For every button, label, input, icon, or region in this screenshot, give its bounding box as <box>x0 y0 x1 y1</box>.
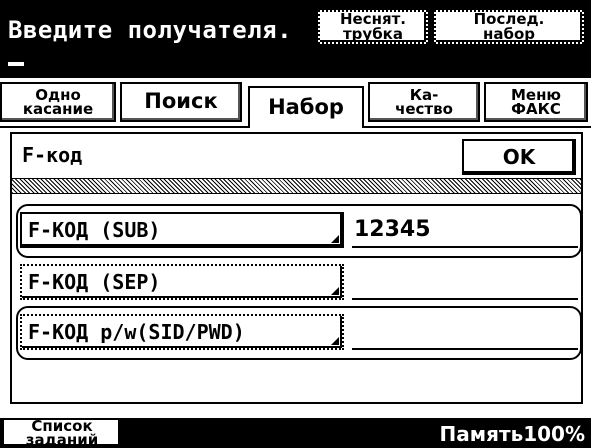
input-cursor <box>8 62 24 66</box>
memory-status: Память100% <box>439 422 585 446</box>
fax-screen: Введите получателя. Неснят. трубка После… <box>0 0 591 448</box>
f-code-sep-value[interactable] <box>352 264 578 300</box>
tab-search-label: Поиск <box>144 89 218 114</box>
redial-button[interactable]: Послед. набор <box>434 10 584 44</box>
f-code-sid-pwd-label: F-КОД p/w(SID/PWD) <box>28 320 245 344</box>
prompt-text: Введите получателя. <box>8 16 293 44</box>
tab-dial-label: Набор <box>268 95 344 120</box>
onhook-button[interactable]: Неснят. трубка <box>318 10 428 44</box>
f-code-sep-button[interactable]: F-КОД (SEP) <box>20 264 344 300</box>
panel-divider <box>12 178 581 194</box>
f-code-sid-pwd-button[interactable]: F-КОД p/w(SID/PWD) <box>20 314 344 350</box>
f-code-sub-label: F-КОД (SUB) <box>28 218 161 242</box>
f-code-sep-label: F-КОД (SEP) <box>28 270 161 294</box>
redial-label-line2: набор <box>482 24 535 43</box>
tab-dial[interactable]: Набор <box>248 86 364 128</box>
tab-search[interactable]: Поиск <box>120 82 242 122</box>
job-list-line2: заданий <box>25 431 99 448</box>
tab-one-touch-line2: касание <box>22 100 94 118</box>
corner-arrow-icon <box>331 235 339 243</box>
job-list-button[interactable]: Список заданий <box>2 418 122 448</box>
ok-button[interactable]: OK <box>462 139 576 175</box>
corner-arrow-icon <box>331 287 339 295</box>
tab-fax-menu[interactable]: Меню ФАКС <box>484 82 588 122</box>
f-code-sub-value[interactable]: 12345 <box>352 212 578 248</box>
tab-fax-menu-line2: ФАКС <box>511 100 561 118</box>
tab-one-touch[interactable]: Одно касание <box>0 82 116 122</box>
panel-title: F-код <box>22 143 83 167</box>
corner-arrow-icon <box>331 337 339 345</box>
tab-quality-line2: чество <box>395 100 453 118</box>
ok-button-label: OK <box>502 144 536 169</box>
tab-quality[interactable]: Ка- чество <box>368 82 480 122</box>
f-code-sid-pwd-value[interactable] <box>352 314 578 350</box>
f-code-sub-button[interactable]: F-КОД (SUB) <box>20 212 344 248</box>
onhook-label-line2: трубка <box>342 24 403 43</box>
